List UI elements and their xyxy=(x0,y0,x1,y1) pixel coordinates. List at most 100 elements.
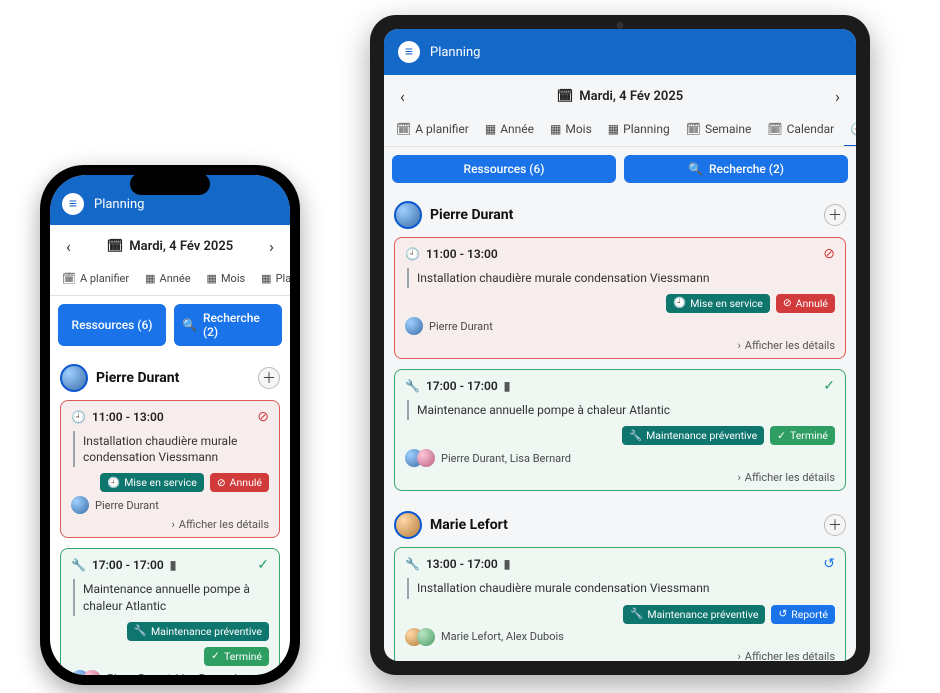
badge-status: ✓Terminé xyxy=(770,426,835,445)
calendar-icon: 🗓 xyxy=(107,240,124,253)
job-time: 13:00 - 17:00 xyxy=(426,557,498,571)
job-desc: Installation chaudière murale condensati… xyxy=(407,268,835,288)
search-icon: 🔍 xyxy=(182,319,197,331)
tab-planning[interactable]: ▦Planning xyxy=(255,268,290,289)
resources-chip[interactable]: Ressources (6) xyxy=(58,304,166,346)
assignees-text: Marie Lefort, Alex Dubois xyxy=(441,630,564,643)
menu-button[interactable]: ≡ xyxy=(62,193,84,215)
badge-status: ⊘Annulé xyxy=(776,294,835,313)
tab-a-planifier[interactable]: 🗓A planifier xyxy=(56,268,135,289)
badge-status: ⊘Annulé xyxy=(210,473,269,492)
check-icon: ✓ xyxy=(823,378,835,394)
calendar-icon: 🗓 xyxy=(686,123,701,135)
job-card[interactable]: 🔧 13:00 - 17:00 ▮ ↺ Installation chaudiè… xyxy=(394,547,846,661)
calendar-icon: 🗓 xyxy=(557,90,574,103)
job-desc: Installation chaudière murale condensati… xyxy=(407,578,835,598)
add-job-button[interactable]: ＋ xyxy=(258,367,280,389)
avatar xyxy=(394,201,422,229)
job-desc: Maintenance annuelle pompe à chaleur Atl… xyxy=(407,400,835,420)
grid-icon: ▦ xyxy=(261,273,271,284)
calendar-icon: 🗓 xyxy=(767,123,782,135)
clock-icon: 🕘 xyxy=(673,298,686,309)
wrench-icon: 🔧 xyxy=(405,558,420,570)
ban-icon: ⊘ xyxy=(217,478,226,489)
current-date[interactable]: 🗓 Mardi, 4 Fév 2025 xyxy=(557,89,683,104)
tab-annee[interactable]: ▦Année xyxy=(479,118,540,140)
avatar xyxy=(71,496,89,514)
phone-frame: ≡ Planning ‹ 🗓 Mardi, 4 Fév 2025 › 🗓A pl… xyxy=(40,165,300,685)
history-icon: ↺ xyxy=(778,609,787,620)
next-day-button[interactable]: › xyxy=(829,83,846,110)
phone-screen: ≡ Planning ‹ 🗓 Mardi, 4 Fév 2025 › 🗓A pl… xyxy=(50,175,290,675)
chevron-right-icon: › xyxy=(171,518,174,531)
avatar xyxy=(60,364,88,392)
badge-type: 🕘Mise en service xyxy=(666,294,770,313)
document-icon: ▮ xyxy=(504,558,511,570)
details-link[interactable]: ›Afficher les détails xyxy=(405,339,835,352)
schedule-content[interactable]: Pierre Durant ＋ 🕘 11:00 - 13:00 ⊘ Instal… xyxy=(50,354,290,675)
tab-mois[interactable]: ▦Mois xyxy=(201,268,252,289)
search-chip[interactable]: 🔍Recherche (2) xyxy=(624,155,848,183)
wrench-icon: 🔧 xyxy=(405,380,420,392)
chevron-right-icon: › xyxy=(737,471,740,484)
tab-calendar[interactable]: 🗓Calendar xyxy=(761,118,840,140)
add-job-button[interactable]: ＋ xyxy=(824,514,846,536)
badge-type: 🔧Maintenance préventive xyxy=(127,622,269,641)
document-icon: ▮ xyxy=(504,380,511,392)
avatar xyxy=(405,317,423,335)
wrench-icon: 🔧 xyxy=(630,609,643,620)
prev-day-button[interactable]: ‹ xyxy=(60,233,77,260)
job-card[interactable]: 🕘 11:00 - 13:00 ⊘ Installation chaudière… xyxy=(394,237,846,359)
badge-type: 🕘Mise en service xyxy=(100,473,204,492)
tab-semaine[interactable]: 🗓Semaine xyxy=(680,118,758,140)
badge-type: 🔧Maintenance préventive xyxy=(623,605,765,624)
grid-icon: ▦ xyxy=(608,123,619,135)
job-card[interactable]: 🕘 11:00 - 13:00 ⊘ Installation chaudière… xyxy=(60,400,280,538)
tablet-screen: ≡ Planning ‹ 🗓 Mardi, 4 Fév 2025 › 🗓A pl… xyxy=(384,29,856,661)
tab-jour[interactable]: 🕘Jour xyxy=(844,118,856,140)
job-card[interactable]: 🔧 17:00 - 17:00 ▮ ✓ Maintenance annuelle… xyxy=(394,369,846,491)
view-tabs[interactable]: 🗓A planifier ▦Année ▦Mois ▦Planning xyxy=(50,268,290,296)
avatar xyxy=(417,628,435,646)
assignees-text: Pierre Durant, Lisa Bernard xyxy=(441,452,571,465)
tab-annee[interactable]: ▦Année xyxy=(139,268,196,289)
view-tabs: 🗓A planifier ▦Année ▦Mois ▦Planning 🗓Sem… xyxy=(384,118,856,147)
resources-chip[interactable]: Ressources (6) xyxy=(392,155,616,183)
schedule-content[interactable]: Pierre Durant ＋ 🕘 11:00 - 13:00 ⊘ Instal… xyxy=(384,191,856,661)
avatar xyxy=(83,670,101,675)
check-icon: ✓ xyxy=(777,431,786,442)
next-day-button[interactable]: › xyxy=(263,233,280,260)
history-icon: ↺ xyxy=(823,556,835,572)
job-header: 🕘 11:00 - 13:00 ⊘ xyxy=(405,246,835,262)
menu-icon: ≡ xyxy=(69,197,77,211)
chevron-right-icon: › xyxy=(737,650,740,661)
prev-day-button[interactable]: ‹ xyxy=(394,83,411,110)
phone-notch xyxy=(130,173,210,195)
assignees: Pierre Durant xyxy=(405,317,835,335)
current-date[interactable]: 🗓 Mardi, 4 Fév 2025 xyxy=(107,239,233,254)
wrench-icon: 🔧 xyxy=(134,626,147,637)
grid-icon: ▦ xyxy=(207,273,217,284)
clock-icon: 🕘 xyxy=(107,478,120,489)
details-link[interactable]: ›Afficher les détails xyxy=(405,650,835,661)
details-link[interactable]: ›Afficher les détails xyxy=(71,518,269,531)
search-chip[interactable]: 🔍Recherche (2) xyxy=(174,304,282,346)
tab-a-planifier[interactable]: 🗓A planifier xyxy=(390,118,475,140)
menu-button[interactable]: ≡ xyxy=(398,41,420,63)
details-link[interactable]: ›Afficher les détails xyxy=(405,471,835,484)
job-card[interactable]: 🔧 17:00 - 17:00 ▮ ✓ Maintenance annuelle… xyxy=(60,548,280,675)
job-header: 🔧 13:00 - 17:00 ▮ ↺ xyxy=(405,556,835,572)
tab-mois[interactable]: ▦Mois xyxy=(544,118,598,140)
person-name: Marie Lefort xyxy=(430,517,508,533)
date-navigator: ‹ 🗓 Mardi, 4 Fév 2025 › xyxy=(384,75,856,118)
add-job-button[interactable]: ＋ xyxy=(824,204,846,226)
tablet-frame: ≡ Planning ‹ 🗓 Mardi, 4 Fév 2025 › 🗓A pl… xyxy=(370,15,870,675)
wrench-icon: 🔧 xyxy=(629,431,642,442)
tab-planning[interactable]: ▦Planning xyxy=(602,118,676,140)
person-header: Marie Lefort ＋ xyxy=(394,501,846,547)
badge-status: ↺Reporté xyxy=(771,605,835,624)
assignees: Pierre Durant, Lisa Bernard xyxy=(71,670,269,675)
clock-icon: 🕘 xyxy=(850,123,856,135)
app-title: Planning xyxy=(94,197,144,212)
date-label: Mardi, 4 Fév 2025 xyxy=(579,89,683,104)
